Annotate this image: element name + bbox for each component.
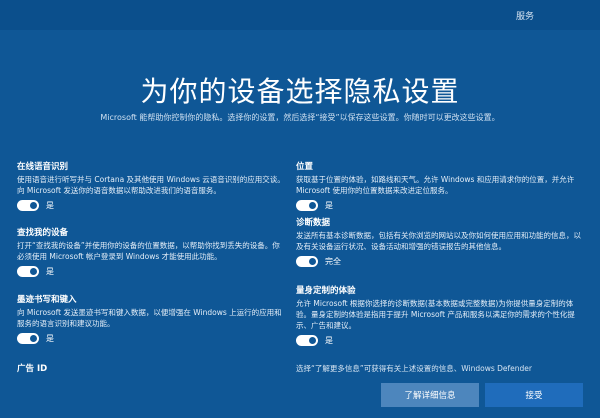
toggle-state-label: 是 — [46, 201, 54, 210]
location-toggle[interactable] — [296, 200, 318, 211]
toggle-knob — [30, 268, 37, 275]
toggle-knob — [30, 335, 37, 342]
setting-inking-typing: 墨迹书写和键入 向 Microsoft 发送墨迹书写和键入数据，以便增强在 Wi… — [17, 295, 287, 344]
setting-title: 在线语音识别 — [17, 162, 69, 172]
learn-more-button[interactable]: 了解详细信息 — [381, 383, 479, 407]
advertising-id-heading: 广告 ID — [17, 364, 48, 374]
setting-title: 墨迹书写和键入 — [17, 295, 77, 305]
setting-description: 打开“查找我的设备”并使用你的设备的位置数据，以帮助你找到丢失的设备。你必须使用… — [17, 241, 280, 261]
right-settings-column: 位置 获取基于位置的体验，如路线和天气。允许 Windows 和应用请求你的位置… — [296, 162, 582, 346]
find-device-toggle[interactable] — [17, 266, 39, 277]
toggle-state-label: 是 — [325, 336, 333, 345]
diagnostics-toggle[interactable] — [296, 256, 318, 267]
setting-description: 使用语音进行听写并与 Cortana 及其他使用 Windows 云语音识别的应… — [17, 175, 285, 195]
toggle-state-label: 完全 — [325, 257, 341, 266]
toggle-state-label: 是 — [325, 201, 333, 210]
toggle-knob — [309, 202, 316, 209]
page-subtitle: Microsoft 能帮助你控制你的隐私。选择你的设置，然后选择“接受”以保存这… — [100, 113, 500, 122]
speech-toggle[interactable] — [17, 200, 39, 211]
setting-title: 诊断数据 — [296, 218, 331, 228]
setting-description: 获取基于位置的体验，如路线和天气。允许 Windows 和应用请求你的位置，并允… — [296, 175, 575, 195]
setting-description: 向 Microsoft 发送墨迹书写和键入数据，以便增强在 Windows 上运… — [17, 308, 282, 328]
top-bar: 服务 — [0, 0, 600, 30]
setting-description: 允许 Microsoft 根据你选择的诊断数据(基本数据或完整数据)为你提供量身… — [296, 299, 575, 330]
service-link[interactable]: 服务 — [516, 9, 534, 22]
setting-location: 位置 获取基于位置的体验，如路线和天气。允许 Windows 和应用请求你的位置… — [296, 162, 582, 218]
setting-description: 发送所有基本诊断数据，包括有关你浏览的网站以及你如何使用应用和功能的信息，以及有… — [296, 231, 581, 251]
setting-diagnostics: 诊断数据 发送所有基本诊断数据，包括有关你浏览的网站以及你如何使用应用和功能的信… — [296, 218, 582, 286]
clipped-info-text: 选择“了解更多信息”可获得有关上述设置的信息、Windows Defender — [296, 364, 532, 373]
tailored-toggle[interactable] — [296, 335, 318, 346]
setting-title: 查找我的设备 — [17, 228, 69, 238]
setting-find-my-device: 查找我的设备 打开“查找我的设备”并使用你的设备的位置数据，以帮助你找到丢失的设… — [17, 228, 287, 295]
toggle-state-label: 是 — [46, 267, 54, 276]
toggle-state-label: 是 — [46, 334, 54, 343]
setting-title: 位置 — [296, 162, 314, 172]
left-settings-column: 在线语音识别 使用语音进行听写并与 Cortana 及其他使用 Windows … — [17, 162, 287, 344]
inking-toggle[interactable] — [17, 333, 39, 344]
toggle-knob — [309, 337, 316, 344]
setting-title: 量身定制的体验 — [296, 286, 356, 296]
accept-button[interactable]: 接受 — [485, 383, 583, 407]
toggle-knob — [309, 258, 316, 265]
setting-speech: 在线语音识别 使用语音进行听写并与 Cortana 及其他使用 Windows … — [17, 162, 287, 228]
toggle-knob — [30, 202, 37, 209]
page-title: 为你的设备选择隐私设置 — [140, 75, 460, 108]
setting-tailored-experiences: 量身定制的体验 允许 Microsoft 根据你选择的诊断数据(基本数据或完整数… — [296, 286, 582, 346]
